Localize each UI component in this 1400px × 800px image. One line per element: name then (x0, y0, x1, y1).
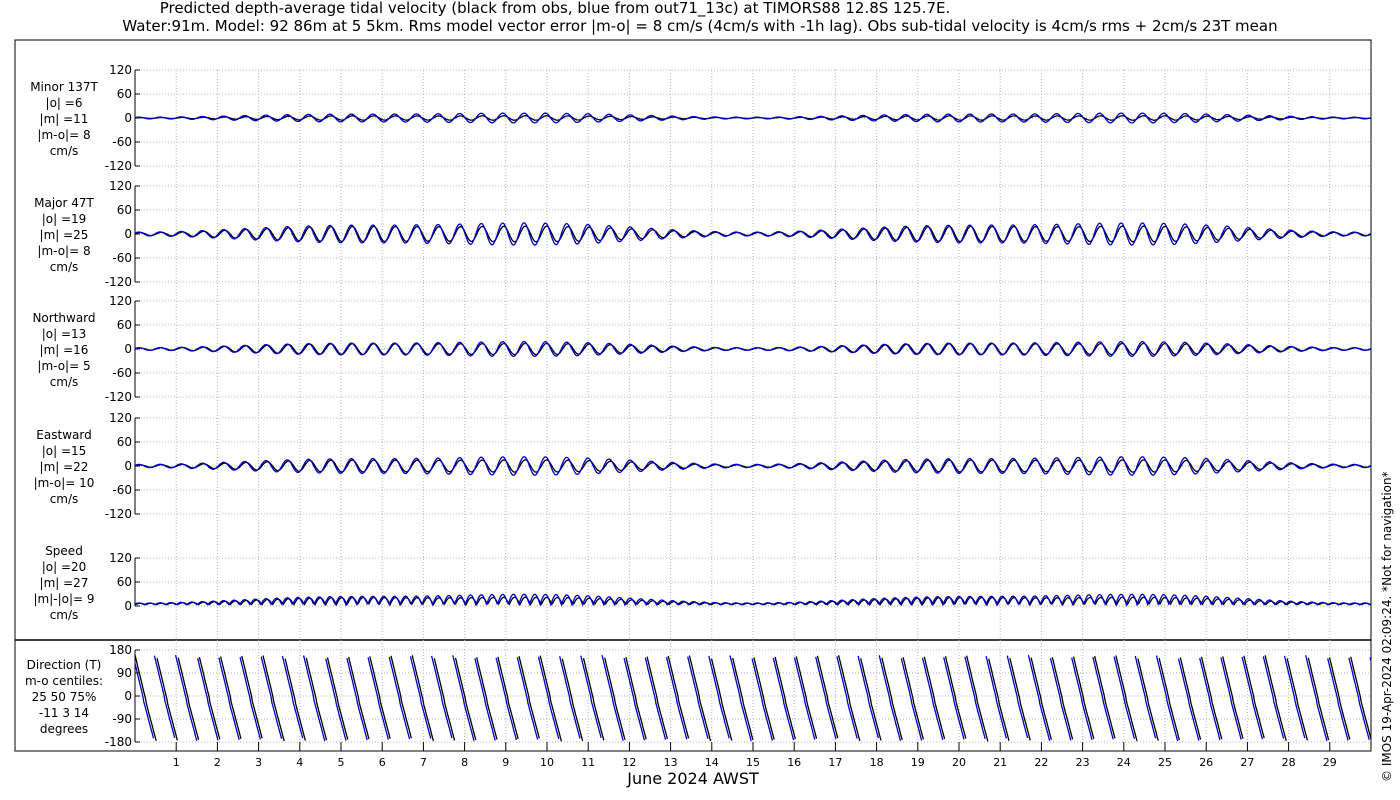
x-tick-label: 18 (870, 756, 884, 769)
panel-label-speed: |o| =20 (42, 560, 87, 574)
y-tick-label: -180 (105, 735, 132, 749)
y-tick-label: 0 (124, 459, 132, 473)
x-tick-label: 14 (705, 756, 719, 769)
panel-label-minor: Minor 137T (30, 80, 98, 94)
y-tick-label: 0 (124, 111, 132, 125)
y-tick-label: -90 (112, 712, 132, 726)
x-tick-label: 8 (461, 756, 468, 769)
panel-label-northward: Northward (32, 311, 95, 325)
panel-label-major: |o| =19 (42, 212, 87, 226)
x-tick-label: 24 (1117, 756, 1131, 769)
x-tick-label: 5 (338, 756, 345, 769)
y-tick-label: 60 (117, 203, 132, 217)
grid-layer (135, 69, 1371, 743)
panel-label-northward: |o| =13 (42, 327, 87, 341)
x-tick-label: 9 (502, 756, 509, 769)
x-tick-label: 25 (1158, 756, 1172, 769)
x-tick-label: 23 (1076, 756, 1090, 769)
x-axis-label: June 2024 AWST (626, 769, 759, 788)
x-tick-label: 21 (993, 756, 1007, 769)
series-obs-direction (134, 654, 1372, 742)
axes-layer (134, 69, 1331, 751)
panel-label-minor: |o| =6 (46, 96, 83, 110)
y-tick-label: -120 (105, 275, 132, 289)
y-tick-label: 0 (124, 227, 132, 241)
y-tick-label: 120 (109, 179, 132, 193)
y-tick-label: 120 (109, 551, 132, 565)
y-tick-label: -120 (105, 507, 132, 521)
x-tick-label: 15 (746, 756, 760, 769)
y-tick-label: -60 (112, 135, 132, 149)
y-tick-label: 60 (117, 435, 132, 449)
x-tick-label: 10 (540, 756, 554, 769)
panel-label-minor: cm/s (50, 144, 79, 158)
panel-label-direction: Direction (T) (27, 658, 102, 672)
y-tick-label: 60 (117, 575, 132, 589)
y-tick-label: 60 (117, 318, 132, 332)
panel-label-speed: |m|-|o|= 9 (33, 592, 94, 606)
x-tick-label: 22 (1034, 756, 1048, 769)
panel-label-northward: cm/s (50, 375, 79, 389)
x-tick-label: 27 (1240, 756, 1254, 769)
x-tick-label: 12 (622, 756, 636, 769)
x-tick-label: 26 (1199, 756, 1213, 769)
panel-label-direction: 25 50 75% (32, 690, 97, 704)
panel-label-eastward: |o| =15 (42, 444, 87, 458)
panel-label-northward: |m| =16 (40, 343, 89, 357)
x-tick-label: 6 (379, 756, 386, 769)
y-tick-label: 180 (109, 643, 132, 657)
tidal-velocity-chart: 1 2 3 4 5 6 7 8 9 10 11 12 13 14 15 16 17 18 19 20 21 22 23 24 2… (14, 39, 1372, 788)
x-tick-label: 1 (173, 756, 180, 769)
panel-label-major: Major 47T (34, 196, 94, 210)
panel-label-major: cm/s (50, 260, 79, 274)
panel-label-eastward: Eastward (36, 428, 91, 442)
panel-label-direction: -11 3 14 (39, 706, 89, 720)
panel-label-major: |m| =25 (40, 228, 89, 242)
panel-label-eastward: |m-o|= 10 (34, 476, 95, 490)
panel-label-eastward: cm/s (50, 492, 79, 506)
x-tick-label: 2 (214, 756, 221, 769)
panel-label-direction: degrees (40, 722, 88, 736)
panel-label-speed: |m| =27 (40, 576, 89, 590)
x-tick-label: 28 (1282, 756, 1296, 769)
y-tick-label: 120 (109, 411, 132, 425)
x-tick-label: 13 (664, 756, 678, 769)
x-tick-label: 17 (828, 756, 842, 769)
x-tick-label: 16 (787, 756, 801, 769)
panel-label-major: |m-o|= 8 (37, 244, 90, 258)
y-tick-label: 0 (124, 599, 132, 613)
y-tick-label: 0 (124, 342, 132, 356)
y-tick-label: -60 (112, 251, 132, 265)
y-tick-label: 120 (109, 63, 132, 77)
panel-label-direction: m-o centiles: (25, 674, 103, 688)
y-tick-label: 0 (124, 689, 132, 703)
y-tick-label: -60 (112, 366, 132, 380)
y-tick-label: 60 (117, 87, 132, 101)
panel-label-minor: |m-o|= 8 (37, 128, 90, 142)
y-tick-label: 120 (109, 294, 132, 308)
panel-label-eastward: |m| =22 (40, 460, 89, 474)
x-tick-label: 7 (420, 756, 427, 769)
x-tick-label: 3 (255, 756, 262, 769)
copyright-stamp: © IMOS 19-Apr-2024 02:09:24. *Not for na… (1380, 471, 1394, 782)
panel-label-speed: Speed (45, 544, 83, 558)
y-tick-label: -120 (105, 390, 132, 404)
x-tick-label: 4 (296, 756, 303, 769)
panel-label-speed: cm/s (50, 608, 79, 622)
outer-frame (14, 39, 1372, 752)
x-tick-label: 29 (1323, 756, 1337, 769)
x-tick-label: 19 (911, 756, 925, 769)
y-tick-label: -120 (105, 159, 132, 173)
y-tick-label: -60 (112, 483, 132, 497)
panel-label-northward: |m-o|= 5 (37, 359, 90, 373)
x-tick-label: 11 (581, 756, 595, 769)
y-tick-label: 90 (117, 666, 132, 680)
x-tick-label: 20 (952, 756, 966, 769)
panel-label-minor: |m| =11 (40, 112, 89, 126)
